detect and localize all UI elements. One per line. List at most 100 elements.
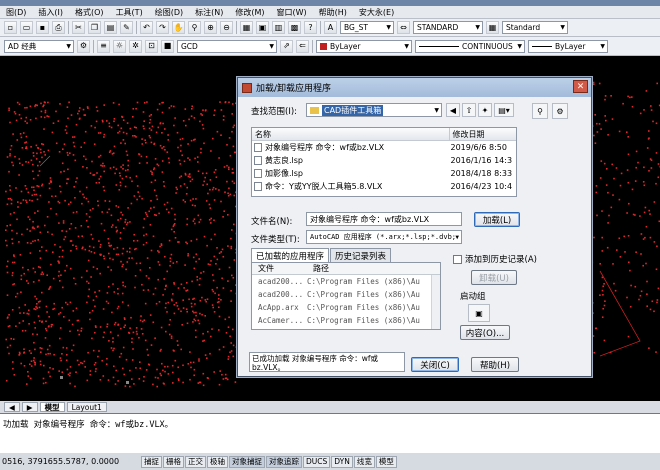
text-style-combo[interactable]: STANDARD ▼ (413, 21, 483, 34)
survey-point (164, 288, 166, 291)
dim-style-combo[interactable]: Standard ▼ (502, 21, 568, 34)
make-current-icon[interactable]: ⇗ (280, 39, 293, 53)
text-style-icon[interactable]: A (324, 21, 337, 34)
zoom-previous-icon[interactable]: ⊖ (220, 21, 233, 34)
back-icon[interactable]: ◀ (446, 103, 460, 117)
menu-help[interactable]: 帮助(H) (313, 7, 353, 18)
menu-draw-view[interactable]: 图(D) (0, 7, 32, 18)
file-row[interactable]: 命令：Y或YY脱人工具箱5.8.VLX 2016/4/23 10:4 (252, 180, 516, 193)
layer-on-icon[interactable]: ☼ (113, 39, 126, 53)
layer-style-combo[interactable]: BG_ST ▼ (340, 21, 394, 34)
col-path[interactable]: 路径 (307, 263, 432, 274)
command-line[interactable]: 功加载 对象编号程序 命令：wf或bz.VLX。 (0, 413, 660, 453)
match-prop-icon[interactable]: ✎ (120, 21, 133, 34)
polar-toggle[interactable]: 极轴 (207, 455, 228, 468)
paste-icon[interactable]: ▤ (104, 21, 117, 34)
ducs-toggle[interactable]: DUCS (303, 455, 331, 468)
menu-window[interactable]: 窗口(W) (271, 7, 313, 18)
zoom-window-icon[interactable]: ⊕ (204, 21, 217, 34)
filename-input[interactable]: 对象编号程序 命令：wf或bz.VLX (306, 212, 462, 226)
grid-toggle[interactable]: 栅格 (163, 455, 184, 468)
close-icon[interactable]: ✕ (573, 80, 588, 93)
add-history-checkbox[interactable]: 添加到历史记录(A) (453, 253, 537, 265)
filetype-combo[interactable]: AutoCAD 应用程序 (*.arx;*.lsp;*.dvb; ▼ (306, 230, 462, 244)
cut-icon[interactable]: ✂ (72, 21, 85, 34)
menu-tools[interactable]: 工具(T) (110, 7, 149, 18)
menu-extra[interactable]: 安大永(E) (353, 7, 400, 18)
contents-button[interactable]: 内容(O)... (460, 325, 510, 340)
col-file[interactable]: 文件 (252, 263, 307, 274)
open-icon[interactable]: ▭ (20, 21, 33, 34)
zoom-realtime-icon[interactable]: ⚲ (188, 21, 201, 34)
dialog-titlebar[interactable]: 加载/卸载应用程序 (238, 78, 591, 97)
layer-lock-icon[interactable]: ⊡ (145, 39, 158, 53)
find-icon[interactable]: ⚲ (532, 103, 548, 119)
menu-dimension[interactable]: 标注(N) (189, 7, 229, 18)
design-center-icon[interactable]: ▣ (256, 21, 269, 34)
tool-palette-icon[interactable]: ▥ (272, 21, 285, 34)
color-combo[interactable]: ByLayer ▼ (316, 39, 412, 53)
layer-freeze-icon[interactable]: ✲ (129, 39, 142, 53)
survey-point (35, 298, 38, 300)
tab-loaded-apps[interactable]: 已加载的应用程序 (251, 248, 330, 263)
file-row[interactable]: 加影像.lsp 2018/4/18 8:33 (252, 167, 516, 180)
linetype-combo[interactable]: CONTINUOUS ▼ (415, 39, 525, 53)
tab-history[interactable]: 历史记录列表 (330, 248, 392, 263)
lineweight-toggle[interactable]: 线宽 (353, 455, 375, 468)
redo-icon[interactable]: ↷ (156, 21, 169, 34)
up-folder-icon[interactable]: ⇧ (462, 103, 476, 117)
otrack-toggle[interactable]: 对象追踪 (266, 455, 302, 468)
snap-toggle[interactable]: 捕捉 (141, 455, 162, 468)
tab-layout1[interactable]: Layout1 (66, 402, 107, 412)
new-icon[interactable]: ▫ (4, 21, 17, 34)
file-row[interactable]: 黄志良.lsp 2016/1/16 14:3 (252, 154, 516, 167)
survey-point (9, 213, 12, 215)
close-button[interactable]: 关闭(C) (411, 357, 459, 372)
calculator-icon[interactable]: ▩ (288, 21, 301, 34)
tab-model[interactable]: 模型 (39, 402, 65, 412)
menu-modify[interactable]: 修改(M) (229, 7, 270, 18)
tab-nav-next[interactable]: ▶ (21, 402, 38, 412)
loaded-scrollbar[interactable] (431, 275, 440, 329)
copy-icon[interactable]: ❐ (88, 21, 101, 34)
new-folder-icon[interactable]: ✦ (478, 103, 492, 117)
help-button[interactable]: 帮助(H) (471, 357, 519, 372)
views-icon[interactable]: ▤▾ (494, 103, 514, 117)
col-name[interactable]: 名称 (252, 128, 449, 140)
dim-style-icon[interactable]: ⇔ (397, 21, 410, 34)
loaded-row[interactable]: AcApp.arx C:\Program Files (x86)\Au (252, 301, 440, 314)
model-toggle[interactable]: 模型 (375, 455, 397, 468)
table-style-icon[interactable]: ▦ (486, 21, 499, 34)
survey-point (164, 255, 166, 258)
properties-icon[interactable]: ▦ (240, 21, 253, 34)
layer-combo[interactable]: GCD ▼ (177, 39, 277, 53)
menu-format[interactable]: 格式(O) (69, 7, 110, 18)
tools-icon[interactable]: ⚙ (552, 103, 568, 119)
col-date[interactable]: 修改日期 (448, 128, 517, 140)
lookin-combo[interactable]: CAD插件工具箱 ▼ (306, 103, 442, 117)
workspace-settings-icon[interactable]: ⚙ (77, 39, 90, 53)
loaded-row[interactable]: acad200... C:\Program Files (x86)\Au (252, 288, 440, 301)
loaded-row[interactable]: acad200... C:\Program Files (x86)\Au (252, 275, 440, 288)
unload-button[interactable]: 卸载(U) (471, 270, 517, 285)
ortho-toggle[interactable]: 正交 (185, 455, 206, 468)
layer-previous-icon[interactable]: ⇐ (296, 39, 309, 53)
print-icon[interactable]: ⎙ (52, 21, 65, 34)
layer-color-icon[interactable]: ■ (161, 39, 174, 53)
file-row[interactable]: 对象编号程序 命令：wf或bz.VLX 2019/6/6 8:50 (252, 141, 516, 154)
layer-manager-icon[interactable]: ≡ (97, 39, 110, 53)
pan-icon[interactable]: ✋ (172, 21, 185, 34)
checkbox-box[interactable] (453, 254, 462, 264)
tab-nav-first[interactable]: ◀ (4, 402, 20, 412)
dyn-toggle[interactable]: DYN (331, 455, 353, 468)
menu-draw[interactable]: 绘图(D) (149, 7, 189, 18)
help-icon[interactable]: ? (304, 21, 317, 34)
load-button[interactable]: 加载(L) (474, 212, 520, 227)
undo-icon[interactable]: ↶ (140, 21, 153, 34)
workspace-combo[interactable]: AD 经典 ▼ (4, 39, 74, 53)
loaded-row[interactable]: AcCamer... C:\Program Files (x86)\Au (252, 314, 440, 327)
save-icon[interactable]: ▪ (36, 21, 49, 34)
osnap-toggle[interactable]: 对象捕捉 (229, 455, 265, 468)
lineweight-combo[interactable]: ByLayer ▼ (528, 39, 608, 53)
menu-insert[interactable]: 插入(I) (32, 7, 69, 18)
